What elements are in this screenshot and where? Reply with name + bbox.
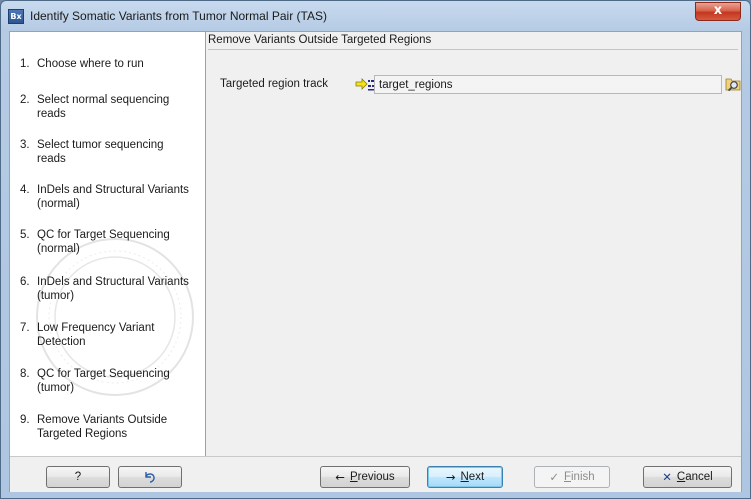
step-label: Low Frequency Variant Detection: [37, 322, 155, 348]
x-icon: ✕: [662, 470, 672, 484]
app-icon: Bx: [8, 9, 24, 24]
step-number: 3.: [20, 139, 30, 151]
step-number: 2.: [20, 94, 30, 106]
reset-button[interactable]: [118, 466, 182, 488]
checkmark-icon: ✓: [549, 470, 559, 484]
help-label: ?: [74, 471, 82, 483]
cancel-button[interactable]: ✕ Cancel: [643, 466, 732, 488]
next-button[interactable]: → Next: [427, 466, 503, 488]
section-divider: [208, 49, 738, 50]
help-button[interactable]: ?: [46, 466, 110, 488]
step-number: 7.: [20, 322, 30, 334]
close-button[interactable]: x: [695, 2, 741, 21]
dialog-window: Bx Identify Somatic Variants from Tumor …: [0, 0, 751, 499]
targeted-region-track-label: Targeted region track: [220, 78, 329, 90]
next-label: Next: [460, 471, 485, 483]
browse-icon[interactable]: [725, 76, 741, 92]
reset-icon: [145, 472, 155, 483]
step-label: InDels and Structural Variants (normal): [37, 184, 189, 210]
targeted-region-track-field[interactable]: [374, 75, 722, 94]
dialog-body: 1. Choose where to run 2. Select normal …: [9, 31, 742, 492]
wizard-steps-panel: 1. Choose where to run 2. Select normal …: [10, 32, 206, 456]
title-bar[interactable]: Bx Identify Somatic Variants from Tumor …: [1, 1, 750, 31]
cancel-label: Cancel: [676, 471, 713, 483]
button-bar: ? ← Previous → Next ✓ Finish ✕ Cancel: [10, 456, 741, 492]
section-title: Remove Variants Outside Targeted Regions: [208, 34, 432, 46]
arrow-right-icon: →: [445, 470, 456, 484]
previous-label: Previous: [349, 471, 395, 483]
step-number: 1.: [20, 58, 30, 70]
step-label: Choose where to run: [37, 58, 144, 70]
step-label: Remove Variants Outside Targeted Regions: [37, 414, 168, 440]
step-label: QC for Target Sequencing (tumor): [37, 368, 170, 394]
finish-button[interactable]: ✓ Finish: [534, 466, 610, 488]
step-number: 4.: [20, 184, 30, 196]
window-title: Identify Somatic Variants from Tumor Nor…: [30, 9, 327, 23]
step-label: QC for Target Sequencing (normal): [37, 229, 170, 255]
step-number: 5.: [20, 229, 30, 241]
step-label: Select tumor sequencing reads: [37, 139, 164, 165]
step-number: 6.: [20, 276, 30, 288]
step-number: 9.: [20, 414, 30, 426]
previous-button[interactable]: ← Previous: [320, 466, 410, 488]
step-label: Select normal sequencing reads: [37, 94, 170, 120]
arrow-left-icon: ←: [335, 470, 345, 484]
step-number: 8.: [20, 368, 30, 380]
finish-label: Finish: [563, 471, 595, 483]
step-content-panel: Remove Variants Outside Targeted Regions…: [206, 32, 741, 456]
step-label: InDels and Structural Variants (tumor): [37, 276, 189, 302]
